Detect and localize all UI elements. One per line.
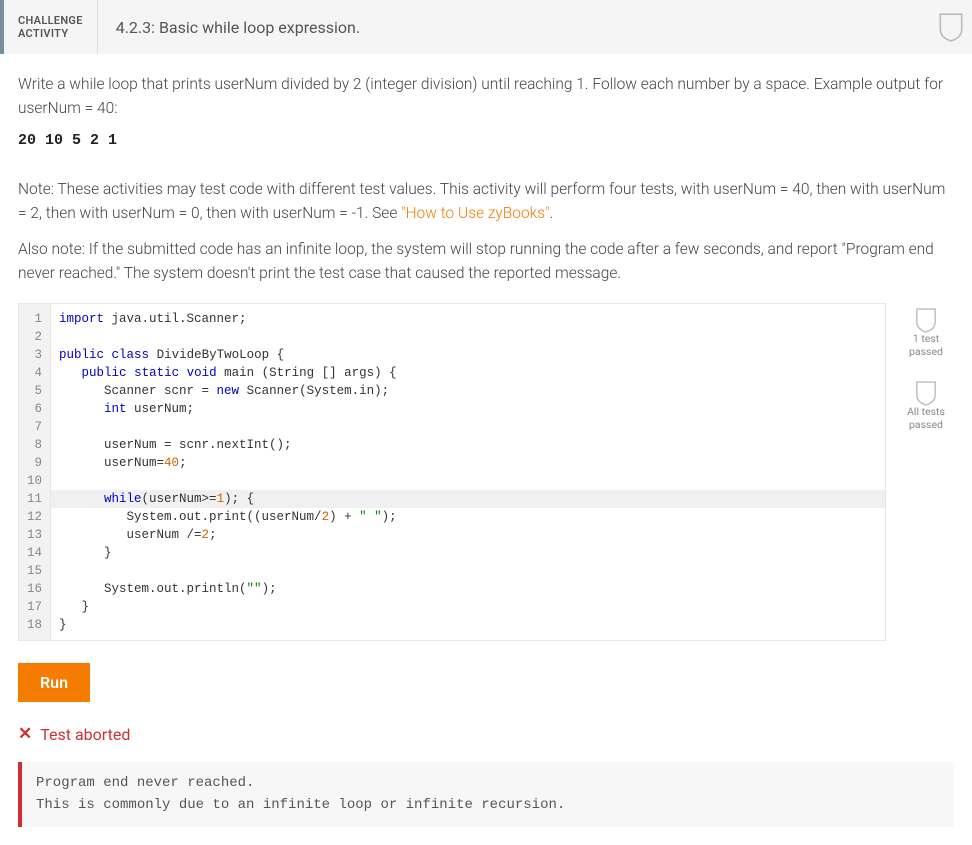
code-line[interactable]: public static void main (String [] args)… (51, 364, 885, 382)
instruction-p1: Write a while loop that prints userNum d… (18, 72, 954, 120)
test-aborted-text: Test aborted (40, 725, 130, 744)
shield-icon (938, 12, 964, 42)
all-tests-passed-badge: All tests passed (898, 380, 954, 431)
shield-badge (930, 0, 972, 54)
code-line[interactable]: System.out.print((userNum/2) + " "); (51, 508, 885, 526)
run-button[interactable]: Run (18, 663, 90, 702)
error-line-1: Program end never reached. (36, 772, 940, 794)
code-line[interactable]: userNum=40; (51, 454, 885, 472)
error-line-2: This is commonly due to an infinite loop… (36, 794, 940, 816)
example-output: 20 10 5 2 1 (18, 132, 954, 149)
one-test-passed-badge: 1 test passed (898, 307, 954, 358)
code-line[interactable]: } (51, 616, 885, 634)
error-box-wrap: Program end never reached. This is commo… (0, 762, 972, 845)
shield-icon (915, 380, 937, 406)
activity-label: CHALLENGE ACTIVITY (4, 0, 98, 54)
code-line[interactable]: System.out.println(""); (51, 580, 885, 598)
instruction-p3: Also note: If the submitted code has an … (18, 237, 954, 285)
code-line[interactable] (51, 328, 885, 346)
code-line[interactable]: public class DivideByTwoLoop { (51, 346, 885, 364)
activity-label-line2: ACTIVITY (18, 27, 83, 40)
code-line[interactable]: int userNum; (51, 400, 885, 418)
code-line[interactable]: import java.util.Scanner; (51, 310, 885, 328)
code-line[interactable]: while(userNum>=1); { (51, 490, 885, 508)
code-editor[interactable]: 123456789101112131415161718 import java.… (18, 303, 886, 641)
editor-section: 123456789101112131415161718 import java.… (0, 303, 972, 659)
challenge-header: CHALLENGE ACTIVITY 4.2.3: Basic while lo… (0, 0, 972, 54)
code-line[interactable]: userNum = scnr.nextInt(); (51, 436, 885, 454)
instructions-section: Write a while loop that prints userNum d… (0, 54, 972, 303)
test-progress-sidebar: 1 test passed All tests passed (898, 303, 954, 431)
code-line[interactable] (51, 418, 885, 436)
activity-title: 4.2.3: Basic while loop expression. (98, 0, 930, 54)
error-output: Program end never reached. This is commo… (18, 762, 954, 827)
activity-label-line1: CHALLENGE (18, 14, 83, 27)
code-line[interactable] (51, 562, 885, 580)
x-icon: ✕ (18, 724, 32, 744)
instruction-p2: Note: These activities may test code wit… (18, 177, 954, 225)
shield-icon (915, 307, 937, 333)
code-lines[interactable]: import java.util.Scanner; public class Di… (51, 304, 885, 640)
code-line[interactable]: } (51, 544, 885, 562)
line-gutter: 123456789101112131415161718 (19, 304, 51, 640)
code-line[interactable]: } (51, 598, 885, 616)
code-line[interactable]: Scanner scnr = new Scanner(System.in); (51, 382, 885, 400)
code-line[interactable] (51, 472, 885, 490)
how-to-use-link[interactable]: "How to Use zyBooks" (401, 204, 549, 222)
run-row: Run (0, 659, 972, 720)
code-line[interactable]: userNum /=2; (51, 526, 885, 544)
test-aborted-row: ✕ Test aborted (0, 720, 972, 762)
